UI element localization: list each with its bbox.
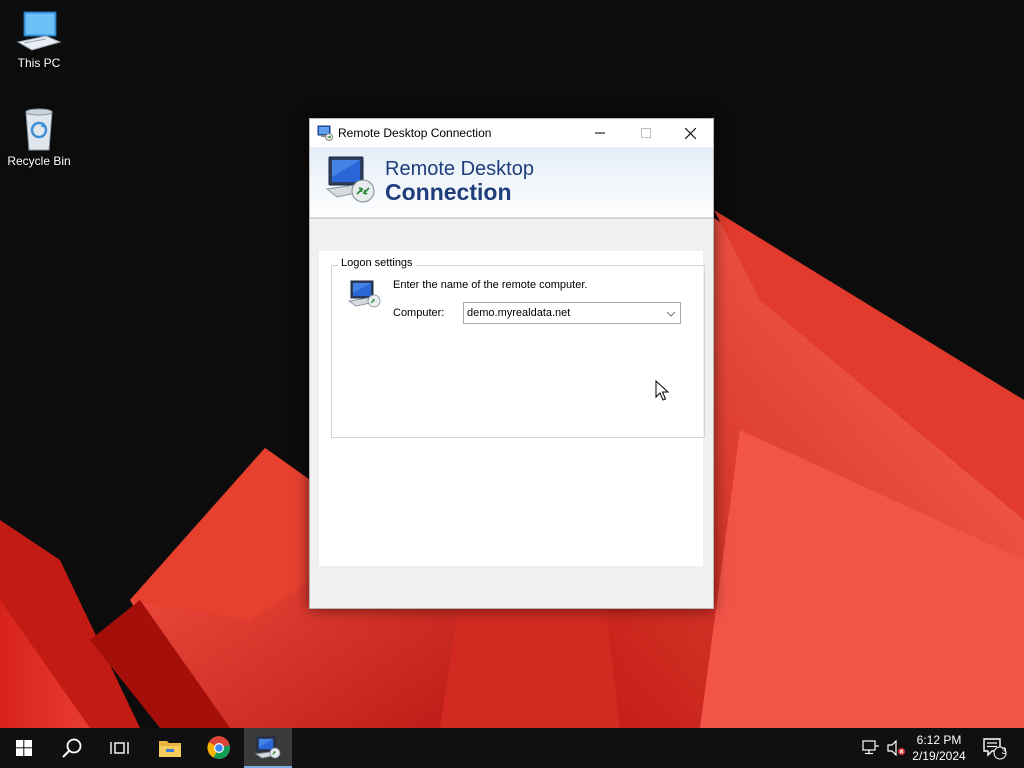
- task-view-icon: [110, 742, 129, 754]
- desktop-icon-this-pc[interactable]: This PC: [0, 10, 79, 70]
- maximize-button[interactable]: [623, 119, 668, 147]
- this-pc-label: This PC: [17, 56, 61, 70]
- computer-hint-text: Enter the name of the remote computer.: [393, 279, 588, 291]
- recycle-bin-label: Recycle Bin: [7, 154, 71, 168]
- computer-label: Computer:: [393, 307, 445, 319]
- logon-settings-group: Logon settings Enter the name of the rem…: [331, 257, 705, 438]
- network-tray-button[interactable]: [858, 728, 884, 768]
- close-icon: [685, 127, 696, 139]
- computer-combobox[interactable]: demo.myrealdata.net: [463, 302, 681, 324]
- window-title: Remote Desktop Connection: [338, 126, 492, 140]
- banner-title-line1: Remote Desktop: [385, 158, 534, 180]
- chrome-icon: [207, 736, 230, 759]
- chevron-down-icon[interactable]: [666, 308, 676, 322]
- maximize-icon: [640, 128, 651, 138]
- network-icon: [862, 740, 879, 755]
- file-explorer-icon: [159, 741, 181, 757]
- this-pc-icon: [16, 11, 62, 51]
- remote-desktop-window[interactable]: Remote Desktop Connection Remote Desktop: [309, 118, 714, 609]
- desktop-icon-recycle-bin[interactable]: Recycle Bin: [0, 108, 79, 168]
- window-titlebar[interactable]: Remote Desktop Connection: [310, 119, 713, 147]
- banner-title-line2: Connection: [385, 179, 512, 205]
- remote-desktop-icon: [255, 736, 281, 759]
- remote-computer-icon: [347, 280, 382, 313]
- window-banner: Remote Desktop Connection: [310, 147, 713, 219]
- logon-settings-label: Logon settings: [338, 257, 416, 269]
- volume-muted-icon: [887, 740, 905, 756]
- close-button[interactable]: [668, 119, 713, 147]
- computer-value[interactable]: demo.myrealdata.net: [467, 307, 570, 319]
- content-panel: Logon settings Enter the name of the rem…: [319, 251, 705, 566]
- search-button[interactable]: [48, 728, 96, 768]
- remote-desktop-banner-icon: [325, 155, 377, 208]
- start-button[interactable]: [0, 728, 48, 768]
- search-icon: [62, 738, 82, 758]
- clock-date: 2/19/2024: [912, 749, 966, 763]
- chrome-button[interactable]: [195, 728, 243, 768]
- taskbar: 6:12 PM 2/19/2024 3: [0, 728, 1024, 768]
- mouse-cursor-icon: [655, 380, 669, 401]
- remote-desktop-title-icon: [317, 125, 333, 144]
- minimize-button[interactable]: [577, 119, 622, 147]
- remote-desktop-taskbar-button[interactable]: [244, 728, 292, 768]
- minimize-icon: [594, 132, 605, 134]
- action-center-button[interactable]: 3: [978, 728, 1010, 768]
- start-icon: [16, 740, 32, 756]
- task-view-button[interactable]: [96, 728, 144, 768]
- file-explorer-button[interactable]: [146, 728, 194, 768]
- notification-count: 3: [1001, 746, 1007, 756]
- recycle-bin-icon: [25, 108, 53, 151]
- clock-time: 6:12 PM: [916, 733, 962, 747]
- taskbar-clock[interactable]: 6:12 PM 2/19/2024: [905, 732, 973, 764]
